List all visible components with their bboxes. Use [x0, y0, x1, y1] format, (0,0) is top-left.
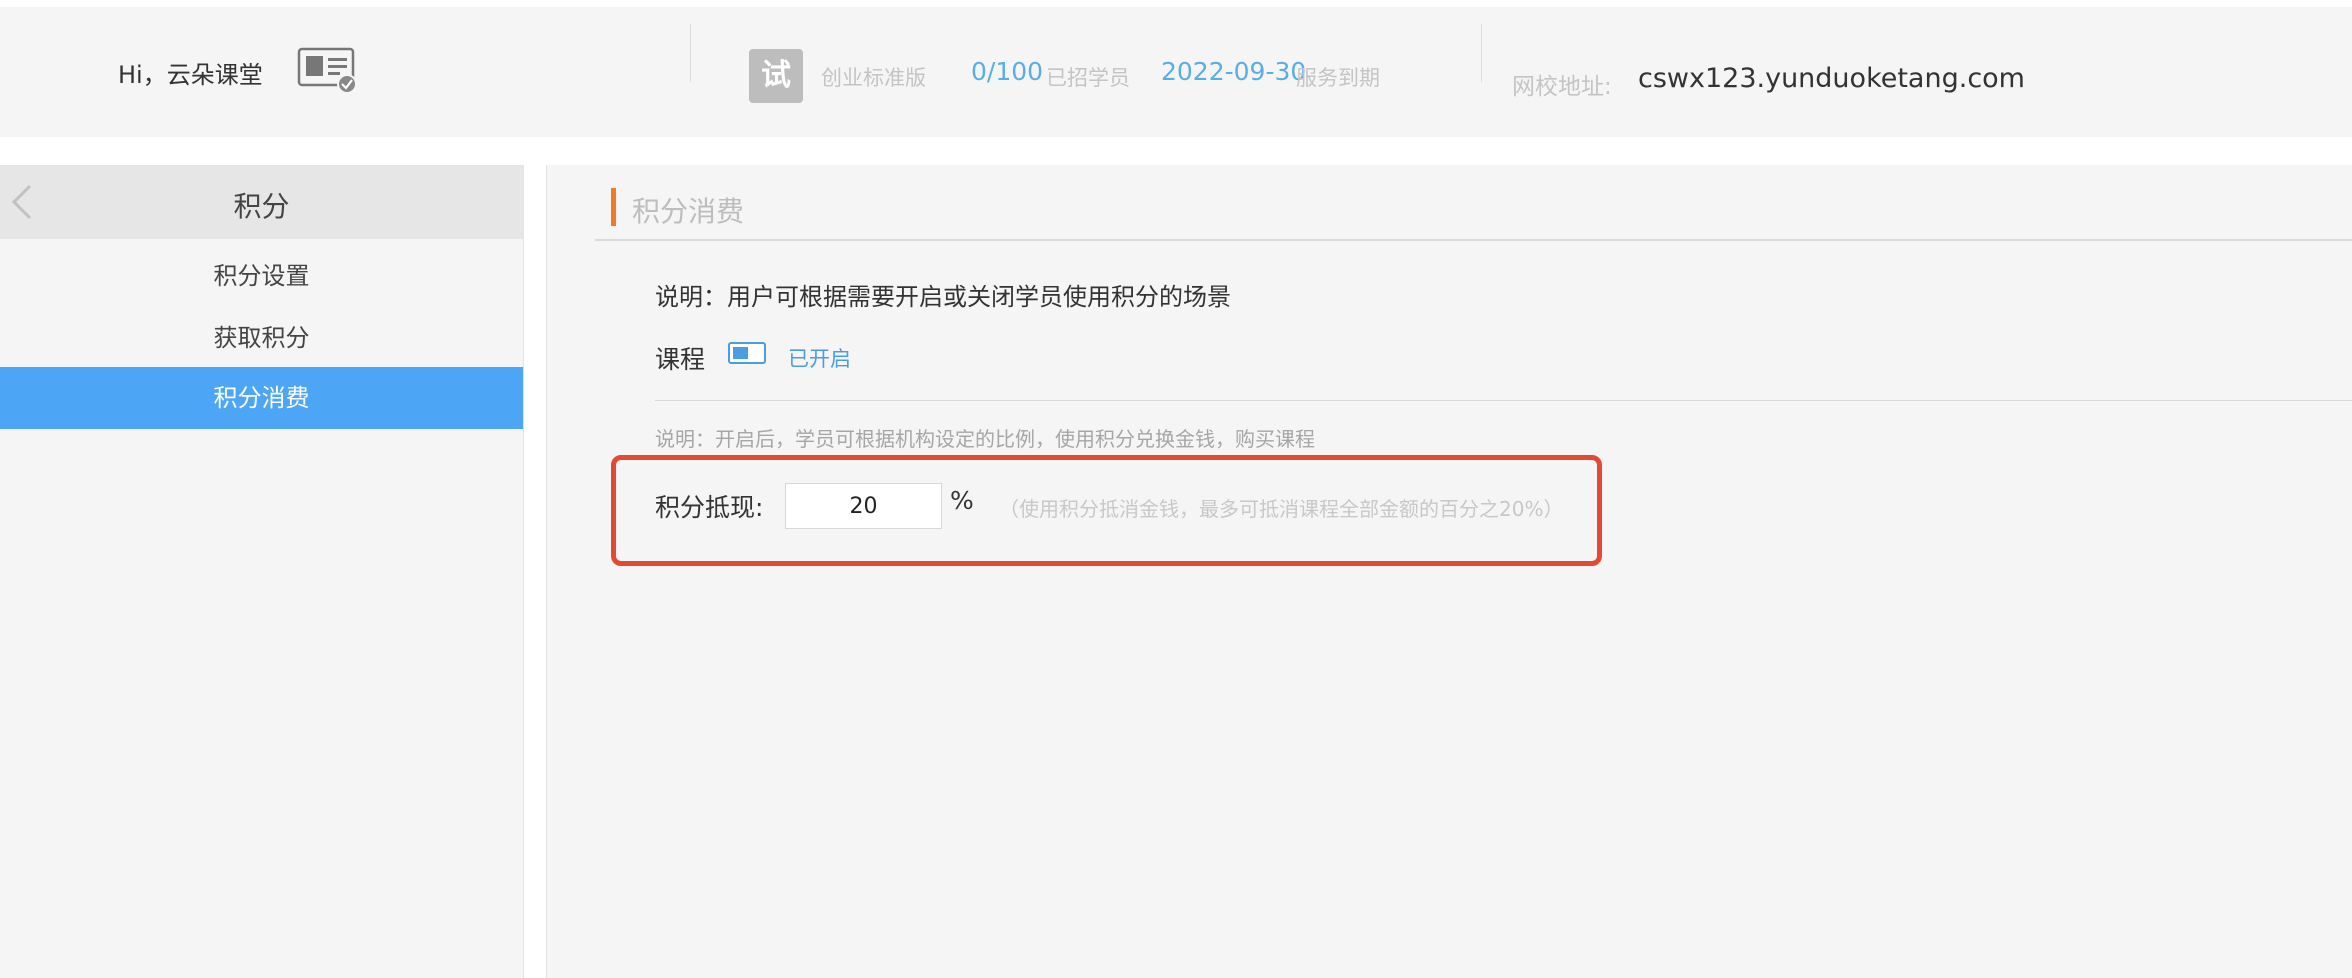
header-divider	[690, 24, 691, 82]
top-header: Hi，云朵课堂 试 创业标准版 0/100 已招学员 2022-09-30 服务…	[0, 7, 2352, 137]
trial-badge: 试	[749, 49, 803, 103]
expiry-date: 2022-09-30	[1161, 57, 1307, 86]
expiry-label: 服务到期	[1296, 66, 1380, 90]
sidebar-item-points-settings[interactable]: 积分设置	[0, 245, 523, 307]
header-divider	[1481, 24, 1482, 82]
section-title: 积分消费	[632, 195, 745, 228]
course-label: 课程	[655, 345, 706, 374]
site-address-label: 网校地址:	[1512, 74, 1612, 100]
plan-name: 创业标准版	[821, 66, 926, 90]
id-card-icon[interactable]	[297, 47, 357, 93]
students-count: 0/100	[971, 57, 1044, 86]
cash-ratio-input[interactable]	[785, 483, 942, 529]
content-divider	[655, 400, 2352, 401]
main-panel: 积分消费 说明：用户可根据需要开启或关闭学员使用积分的场景 课程 已开启 说明：…	[546, 165, 2352, 978]
students-label: 已招学员	[1046, 66, 1130, 90]
note-text: 说明：开启后，学员可根据机构设定的比例，使用积分兑换金钱，购买课程	[655, 427, 1315, 451]
section-divider	[595, 239, 2352, 241]
site-address-link[interactable]: cswx123.yunduoketang.com	[1638, 63, 2025, 94]
description-text: 说明：用户可根据需要开启或关闭学员使用积分的场景	[655, 283, 1231, 311]
section-accent-bar	[611, 188, 616, 226]
course-toggle-status: 已开启	[788, 347, 851, 371]
cash-ratio-label: 积分抵现:	[655, 493, 764, 522]
percent-unit: %	[950, 486, 974, 515]
course-toggle[interactable]	[728, 342, 766, 364]
sidebar-header: 积分	[0, 165, 523, 239]
sidebar-title: 积分	[233, 190, 290, 223]
sidebar: 积分 积分设置 获取积分 积分消费	[0, 165, 524, 978]
cash-ratio-hint: （使用积分抵消金钱，最多可抵消课程全部金额的百分之20%）	[999, 497, 1564, 521]
sidebar-item-points-consumption[interactable]: 积分消费	[0, 367, 523, 429]
sidebar-item-earn-points[interactable]: 获取积分	[0, 307, 523, 369]
greeting-text: Hi，云朵课堂	[118, 61, 263, 89]
toggle-knob	[733, 347, 748, 359]
